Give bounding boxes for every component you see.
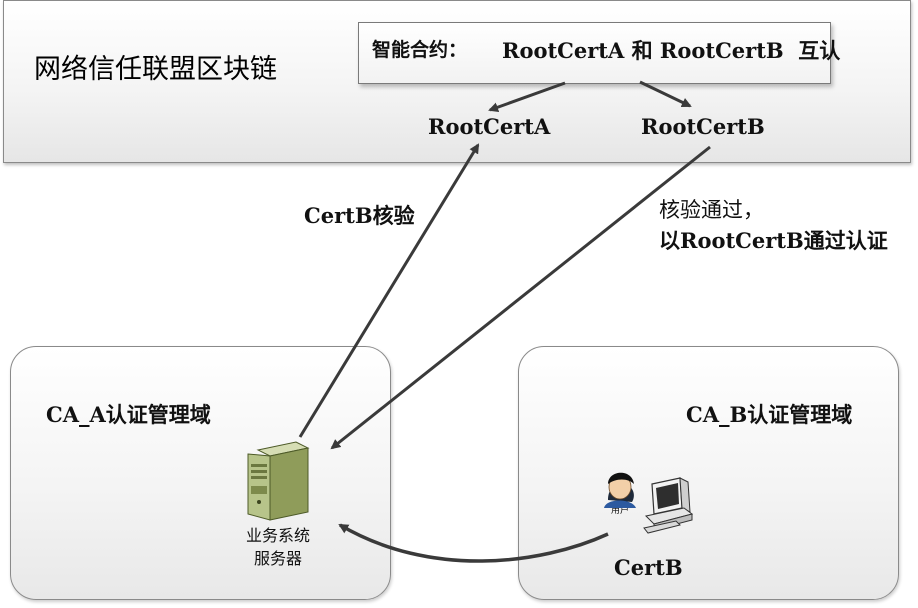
computer-icon — [643, 477, 694, 534]
arrow-server-to-roota — [298, 143, 480, 438]
arrow-rootb-to-server — [330, 145, 711, 450]
server-icon — [247, 441, 310, 521]
arrow-contract-to-rootb — [639, 80, 692, 108]
arrow-user-to-server — [338, 523, 609, 563]
user-icon — [604, 472, 636, 508]
diagram-graphics — [247, 80, 711, 563]
arrow-rootb-to-roota — [488, 81, 566, 112]
